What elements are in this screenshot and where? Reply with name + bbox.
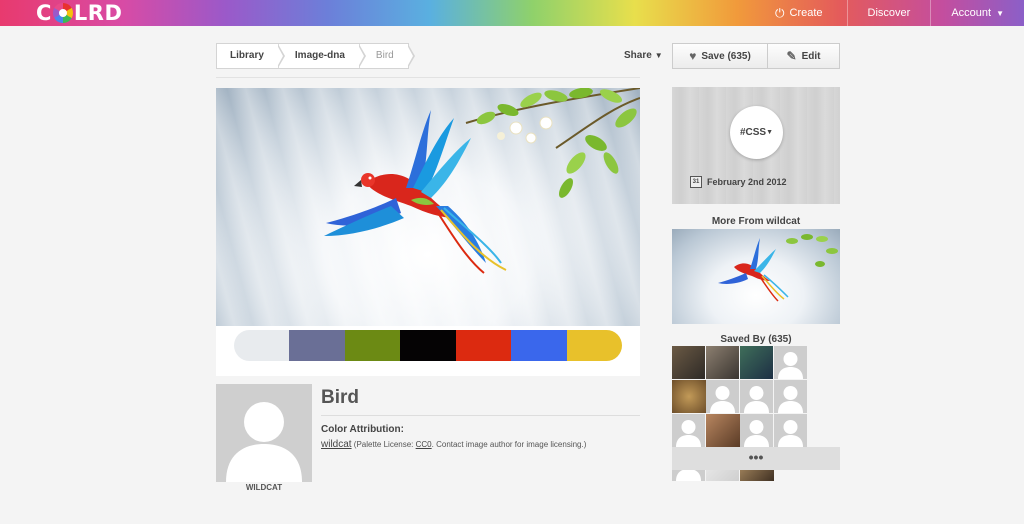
power-icon: ⏻ [775,5,785,20]
saver-avatar[interactable] [706,346,739,379]
edit-button[interactable]: ✎ Edit [768,44,839,68]
branch-leaves [465,88,640,198]
share-button[interactable]: Share ▼ [624,50,663,61]
tag-label: #CSS [739,127,767,138]
page-title: Bird [321,387,359,408]
breadcrumb-library-label: Library [230,50,264,61]
main-image-bird [216,88,640,326]
author-name[interactable]: WILDCAT [216,483,312,492]
tag-css[interactable]: #CSS ▼ [730,106,783,159]
save-button[interactable]: ♥ Save (635) [673,44,768,68]
main-nav: ⏻ Create Discover Account ▼ [755,0,1024,26]
thumbnail-parrot [718,234,838,302]
logo-text-end: LRD [73,1,123,25]
default-avatar-icon [744,420,769,447]
saver-avatar[interactable] [740,346,773,379]
default-avatar-icon [710,386,735,413]
edit-label: Edit [801,50,821,62]
palette-swatch[interactable] [566,330,622,361]
breadcrumb-library[interactable]: Library [217,44,285,68]
saver-avatar[interactable] [774,414,807,447]
palette-swatch[interactable] [400,330,456,361]
nav-discover-label: Discover [867,7,911,19]
saver-avatar[interactable] [672,380,706,413]
attribution-text: wildcat (Palette License: CC0. Contact i… [321,439,586,450]
more-from-thumbnail[interactable] [672,229,840,324]
default-avatar-icon [778,352,803,379]
saver-avatar[interactable] [672,346,705,379]
breadcrumb-image-dna-label: Image-dna [294,50,345,61]
author-avatar[interactable] [216,384,312,482]
attribution-suffix: . Contact image author for image licensi… [431,440,587,449]
default-avatar-icon [778,420,803,447]
palette-swatch[interactable] [511,330,567,361]
default-avatar-icon [778,386,803,413]
breadcrumb-separator [357,44,366,68]
breadcrumb-bird-label: Bird [375,50,394,61]
saver-avatar[interactable] [706,380,739,413]
palette-swatches [234,330,622,361]
share-label: Share [624,50,652,61]
calendar-icon: 31 [690,176,702,188]
default-avatar-icon [226,402,302,482]
parrot-illustration [324,88,640,274]
saved-by-heading: Saved By (635) [720,334,792,345]
palette-swatch[interactable] [344,330,401,361]
parrot [324,110,507,274]
breadcrumb-bird: Bird [358,44,415,68]
title-divider [321,415,640,416]
nav-create[interactable]: ⏻ Create [755,0,847,26]
nav-create-label: Create [789,7,823,19]
default-avatar-icon [676,420,701,447]
license-link[interactable]: CC0 [416,440,432,449]
header-divider [216,77,640,78]
heart-icon: ♥ [689,49,697,63]
color-palette [216,326,640,376]
created-date-text: February 2nd 2012 [707,177,787,187]
more-savers-button[interactable]: ••• [672,447,840,470]
attribution-prefix: (Palette License: [351,440,416,449]
attribution-user-link[interactable]: wildcat [321,439,352,450]
save-label: Save (635) [701,50,751,62]
nav-account-label: Account [951,7,992,19]
palette-swatch[interactable] [234,330,290,361]
pencil-icon: ✎ [786,49,797,63]
chevron-down-icon: ▼ [766,129,774,136]
saver-avatar[interactable] [774,346,807,379]
breadcrumb-separator [276,44,285,68]
breadcrumb-image-dna[interactable]: Image-dna [277,44,366,68]
action-buttons: ♥ Save (635) ✎ Edit [672,43,840,69]
chevron-down-icon: ▼ [996,8,1004,18]
nav-account[interactable]: Account ▼ [930,0,1024,26]
colrd-logo[interactable]: C LRD [36,1,122,25]
saver-avatar[interactable] [706,414,740,447]
palette-swatch[interactable] [455,330,512,361]
saver-avatar[interactable] [774,380,807,413]
created-date: 31 February 2nd 2012 [690,176,787,188]
nav-discover[interactable]: Discover [846,0,931,26]
chevron-down-icon: ▼ [654,51,663,60]
saver-avatar[interactable] [740,380,773,413]
attribution-heading: Color Attribution: [321,424,404,435]
palette-swatch[interactable] [289,330,345,361]
color-wheel-icon [52,3,73,23]
logo-text-start: C [36,1,52,25]
saver-avatar[interactable] [740,414,773,447]
breadcrumb-separator [406,44,415,68]
top-bar: C LRD ⏻ Create Discover Account ▼ [0,0,1024,26]
breadcrumb: Library Image-dna Bird [216,43,415,69]
default-avatar-icon [744,386,769,413]
more-from-heading: More From wildcat [711,216,801,227]
saver-avatar[interactable] [672,414,705,447]
